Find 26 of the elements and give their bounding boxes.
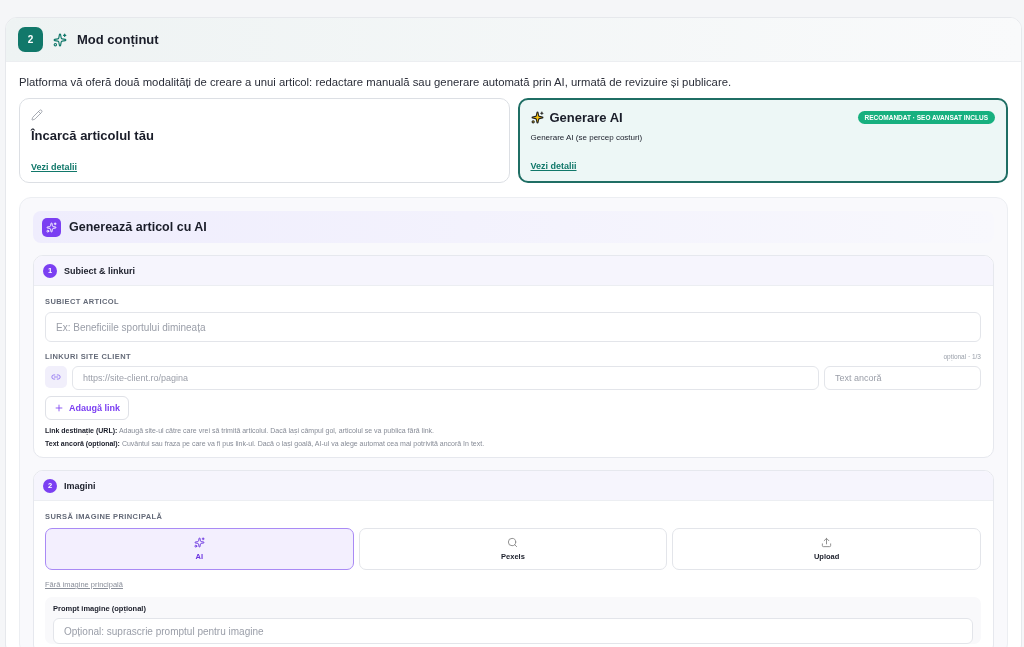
upload-icon: [821, 537, 833, 548]
link-icon: [45, 366, 67, 388]
panel-title: Generează articol cu AI: [69, 220, 207, 234]
description-text: Platforma vă oferă două modalități de creare a unui articol: redactare manuală sau generare automată prin AI, urmată de revizuire și publicare.: [19, 76, 733, 88]
pencil-icon: [31, 109, 43, 121]
search-icon: [507, 537, 519, 548]
step-title: Subiect & linkuri: [64, 265, 135, 276]
details-link[interactable]: Vezi detalii: [31, 162, 78, 172]
details-link[interactable]: Vezi detalii: [530, 161, 577, 171]
mode-subtitle: Generare AI (se percep costuri): [530, 133, 644, 142]
subject-field[interactable]: Ex: Beneficiile sportului dimineața: [45, 312, 981, 342]
plus-icon: [54, 403, 64, 413]
sparkles-icon: [42, 217, 61, 237]
step-title: Imagini: [64, 480, 96, 491]
section-title: Mod conținut: [77, 32, 159, 47]
image-prompt-field[interactable]: Opțional: suprascrie promptul pentru imagine: [53, 618, 973, 644]
url-field[interactable]: https://site-client.ro/pagina: [72, 366, 819, 390]
sparkles-icon: [53, 32, 67, 47]
anchor-text-field[interactable]: Text ancoră: [824, 366, 981, 390]
add-link-button[interactable]: Adaugă link: [45, 396, 129, 420]
sparkles-icon: [193, 537, 205, 548]
step-number: 2: [18, 27, 43, 52]
mode-title: Generare AI: [549, 110, 623, 125]
mode-title: Încarcă articolul tău: [31, 128, 155, 143]
sparkles-icon: [530, 111, 544, 124]
mode-option-card[interactable]: Încarcă articolul tău Vezi detalii: [19, 98, 510, 183]
